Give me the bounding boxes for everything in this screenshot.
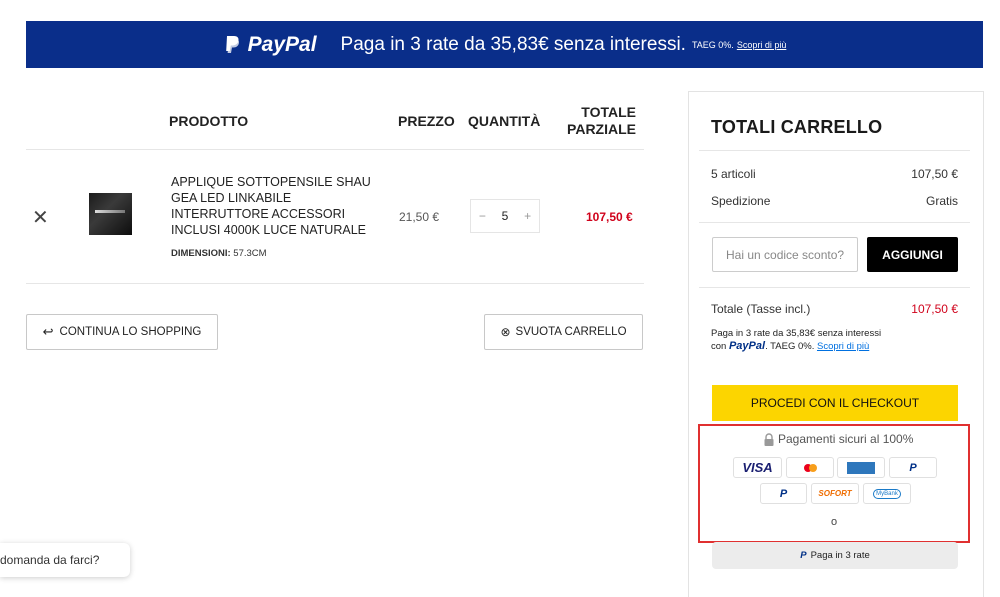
empty-cart-button[interactable]: ⊗ SVUOTA CARRELLO	[484, 314, 643, 350]
paypal-alt-icon: P	[760, 483, 807, 504]
totals-divider-2	[699, 222, 970, 223]
remove-item-button[interactable]: ✕	[32, 205, 49, 230]
item-subtotal: 107,50 €	[586, 210, 633, 224]
totals-divider-3	[699, 287, 970, 288]
qty-minus-button[interactable]: −	[479, 209, 486, 223]
chat-prompt[interactable]: domanda da farci?	[0, 543, 130, 577]
american-express-icon	[837, 457, 885, 478]
checkout-button[interactable]: PROCEDI CON IL CHECKOUT	[712, 385, 958, 421]
row-divider	[26, 283, 644, 284]
paypal-card-icon: P	[889, 457, 937, 478]
header-divider	[26, 149, 644, 150]
lock-icon	[764, 432, 774, 446]
paypal-banner: PayPal Paga in 3 rate da 35,83€ senza in…	[26, 21, 983, 68]
mastercard-icon	[786, 457, 834, 478]
item-price: 21,50 €	[399, 210, 440, 224]
learn-more-link[interactable]: Scopri di più	[817, 341, 869, 352]
items-total-value: 107,50 €	[911, 167, 958, 181]
sofort-icon: SOFORT	[811, 483, 859, 504]
circle-x-icon: ⊗	[500, 325, 511, 339]
mybank-icon: MyBank	[863, 483, 911, 504]
cart-totals-title: TOTALI CARRELLO	[711, 117, 883, 137]
visa-icon: VISA	[733, 457, 782, 478]
banner-message: Paga in 3 rate da 35,83€ senza interessi…	[340, 33, 686, 55]
shipping-label: Spedizione	[711, 194, 771, 208]
continue-shopping-button[interactable]: ↩ CONTINUA LO SHOPPING	[26, 314, 218, 350]
product-dimensions: DIMENSIONI: 57.3CM	[171, 248, 267, 259]
secure-payments-text: Pagamenti sicuri al 100%	[763, 432, 913, 446]
col-price: PREZZO	[398, 113, 455, 129]
paypal-logo: PayPal	[223, 33, 317, 57]
total-value: 107,50 €	[911, 302, 958, 316]
close-icon: ✕	[32, 207, 49, 229]
col-subtotal: TOTALE PARZIALE	[567, 104, 636, 137]
quantity-stepper[interactable]: − 5 +	[470, 199, 540, 233]
col-product: PRODOTTO	[169, 113, 249, 129]
qty-value[interactable]: 5	[502, 209, 509, 223]
paypal-wordmark: PayPal	[728, 340, 766, 352]
banner-learn-more-link[interactable]: Scopri di più	[737, 40, 787, 50]
col-quantity: QUANTITÀ	[468, 113, 541, 129]
total-label: Totale (Tasse incl.)	[711, 302, 811, 316]
paypal-icon: P	[800, 550, 807, 561]
banner-taeg: TAEG 0%.	[691, 39, 734, 50]
apply-coupon-button[interactable]: AGGIUNGI	[867, 237, 958, 272]
qty-plus-button[interactable]: +	[524, 209, 531, 223]
product-name[interactable]: APPLIQUE SOTTOPENSILE SHAU GEA LED LINKA…	[171, 174, 381, 238]
paypal-pay-in-3-button[interactable]: P Paga in 3 rate	[712, 542, 958, 569]
paypal-icon	[225, 35, 239, 53]
or-text: o	[831, 516, 838, 528]
coupon-input[interactable]: Hai un codice sconto?	[712, 237, 858, 272]
shipping-value: Gratis	[925, 194, 958, 208]
items-count-label: 5 articoli	[711, 167, 756, 181]
paypal-installments-info: Paga in 3 rate da 35,83€ senza interessi…	[711, 328, 882, 352]
back-arrow-icon: ↩	[42, 324, 54, 339]
totals-divider-1	[699, 150, 970, 151]
product-thumbnail[interactable]	[89, 193, 132, 235]
